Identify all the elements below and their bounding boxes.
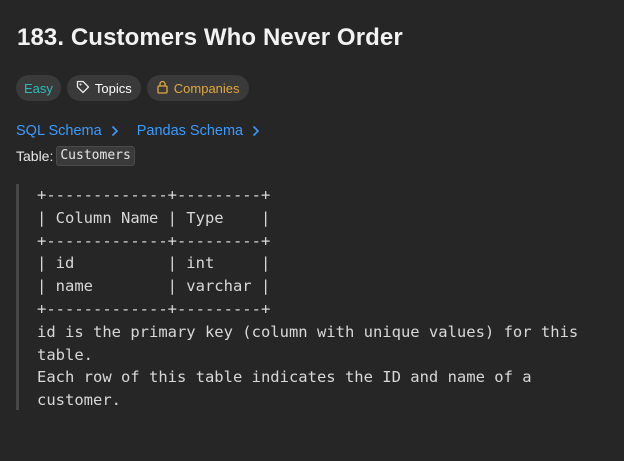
companies-button[interactable]: Companies [146,75,249,101]
table-border-top: +-------------+---------+ [37,186,271,204]
chevron-right-icon [111,125,119,137]
table-name-code: Customers [56,146,135,166]
topics-button[interactable]: Topics [66,75,141,101]
table-border-bottom: +-------------+---------+ [37,299,271,318]
lock-icon [156,80,174,97]
schema-links: SQL Schema Pandas Schema [16,123,278,139]
table-header-row: | Column Name | Type | [37,208,271,227]
table-row-name: | name | varchar | [37,277,271,296]
table-label: Table: [16,148,54,164]
code-block-border [16,184,19,410]
topics-label: Topics [94,80,132,96]
difficulty-label: Easy [24,80,53,96]
chevron-right-icon [252,125,260,137]
sql-schema-link[interactable]: SQL Schema [16,123,102,139]
description-line: id is the primary key (column with uniqu… [37,322,579,341]
table-name-line: Table: Customers [16,146,135,166]
tag-icon [76,80,95,97]
difficulty-badge: Easy [16,75,61,101]
description-line: table. [37,345,93,364]
table-border-mid: +-------------+---------+ [37,231,271,250]
schema-code-block: +-------------+---------+ | Column Name … [37,184,578,412]
description-line: Each row of this table indicates the ID … [37,368,532,387]
table-row-id: | id | int | [37,254,271,273]
problem-title: 183. Customers Who Never Order [17,24,403,51]
description-line: customer. [37,391,121,410]
pandas-schema-link[interactable]: Pandas Schema [137,123,243,139]
companies-label: Companies [173,80,240,96]
tag-bar: Easy Topics Companies [16,75,249,101]
